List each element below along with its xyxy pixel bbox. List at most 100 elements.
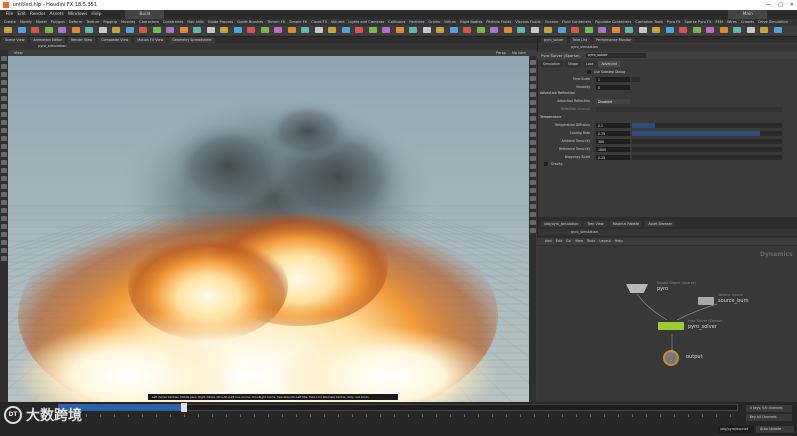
shelf-tool-icon[interactable]: [206, 27, 215, 33]
shelf-tab-4[interactable]: Deform: [69, 19, 82, 26]
shelf-tool-icon[interactable]: [314, 27, 323, 33]
time-scale-slider[interactable]: [632, 76, 640, 82]
viewer-tool-icon[interactable]: [1, 232, 7, 237]
viewer-tool-icon[interactable]: [1, 184, 7, 189]
shelf-tool-icon[interactable]: [449, 27, 458, 33]
shelf-tool-icon[interactable]: [611, 27, 620, 33]
display-option-icon[interactable]: [530, 228, 536, 233]
shelf-tab-26[interactable]: Fluid Containers: [562, 19, 591, 26]
shelf-tab-14[interactable]: Simple FX: [289, 19, 307, 26]
shelf-tab-1[interactable]: Modify: [20, 19, 32, 26]
time-scale-field[interactable]: 1: [596, 76, 630, 82]
shelf-tab-33[interactable]: Crowds: [741, 19, 754, 26]
shelf-tool-icon[interactable]: [301, 27, 309, 33]
shelf-tool-icon[interactable]: [706, 27, 714, 33]
viewer-tool-icon[interactable]: [1, 208, 7, 213]
tab-advanced[interactable]: Advanced: [598, 61, 621, 67]
maximize-icon[interactable]: □: [778, 0, 783, 10]
shelf-tab-28[interactable]: Container Tools: [635, 19, 663, 26]
display-option-icon[interactable]: [530, 92, 536, 97]
timeline-playhead[interactable]: [181, 403, 187, 412]
shelf-tool-icon[interactable]: [260, 27, 269, 33]
shelf-tool-icon[interactable]: [355, 27, 363, 33]
viewer-tool-icon[interactable]: [1, 248, 7, 253]
shelf-tool-icon[interactable]: [652, 27, 660, 33]
tab-pyro-solver[interactable]: pyro_solver: [541, 37, 567, 43]
buoyancy-slider[interactable]: [632, 154, 782, 160]
display-option-icon[interactable]: [530, 60, 536, 65]
shelf-tab-10[interactable]: Hair Utils: [187, 19, 203, 26]
shelf-tool-icon[interactable]: [233, 27, 242, 33]
shelf-tool-icon[interactable]: [31, 27, 39, 33]
shelf-tool-icon[interactable]: [220, 27, 228, 33]
shelf-tool-icon[interactable]: [152, 27, 161, 33]
shelf-tool-icon[interactable]: [422, 27, 431, 33]
viewer-tool-icon[interactable]: [1, 168, 7, 173]
display-option-icon[interactable]: [530, 172, 536, 177]
shelf-tool-icon[interactable]: [179, 27, 188, 33]
shelf-tool-icon[interactable]: [409, 27, 417, 33]
viewer-tool-icon[interactable]: [1, 128, 7, 133]
auto-update-button[interactable]: Auto Update: [756, 426, 794, 433]
shelf-tool-icon[interactable]: [530, 27, 539, 33]
display-option-icon[interactable]: [530, 212, 536, 217]
viewer-tool-icon[interactable]: [1, 144, 7, 149]
shelf-tab-30[interactable]: Sparse Pyro FX: [684, 19, 711, 26]
scene-viewport[interactable]: [8, 56, 536, 402]
shelf-tool-icon[interactable]: [247, 27, 255, 33]
shelf-tool-icon[interactable]: [625, 27, 633, 33]
network-menu-edit[interactable]: Edit: [556, 238, 563, 245]
viewer-tool-icon[interactable]: [1, 192, 7, 197]
shelf-tool-icon[interactable]: [503, 27, 512, 33]
display-option-icon[interactable]: [530, 220, 536, 225]
shelf-tool-icon[interactable]: [85, 27, 93, 33]
viewer-tool-icon[interactable]: [1, 160, 7, 165]
network-menu-view[interactable]: View: [575, 238, 583, 245]
viewer-tool-icon[interactable]: [1, 72, 7, 77]
shelf-tool-icon[interactable]: [692, 27, 701, 33]
viewer-path[interactable]: pyro_simulation: [38, 44, 67, 48]
advection-section[interactable]: Advection Reflection: [540, 91, 575, 95]
ambient-slider[interactable]: [632, 138, 782, 144]
shelf-tool-icon[interactable]: [193, 27, 201, 33]
keys-channels-button[interactable]: 0 keys, 0/0 channels: [746, 405, 792, 412]
display-option-icon[interactable]: [530, 180, 536, 185]
shelf-tool-icon[interactable]: [328, 27, 336, 33]
viewer-tool-icon[interactable]: [1, 112, 7, 117]
tab-material-palette[interactable]: Material Palette: [609, 221, 643, 227]
viewer-tool-icon[interactable]: [1, 216, 7, 221]
key-all-channels-button[interactable]: Key All Channels: [746, 414, 792, 421]
shelf-tab-3[interactable]: Polygon: [51, 19, 65, 26]
menu-edit[interactable]: Edit: [17, 10, 26, 19]
shelf-tool-icon[interactable]: [98, 27, 107, 33]
shelf-tool-icon[interactable]: [665, 27, 674, 33]
shelf-tool-icon[interactable]: [463, 27, 471, 33]
viewer-tool-icon[interactable]: [1, 152, 7, 157]
shelf-tool-icon[interactable]: [571, 27, 579, 33]
shelf-tool-icon[interactable]: [490, 27, 498, 33]
shelf-tab-25[interactable]: Oceans: [545, 19, 558, 26]
menu-assets[interactable]: Assets: [50, 10, 64, 19]
shelf-tab-0[interactable]: Create: [4, 19, 16, 26]
shelf-tool-icon[interactable]: [395, 27, 404, 33]
viewer-tool-icon[interactable]: [1, 200, 7, 205]
shelf-tool-icon[interactable]: [17, 27, 26, 33]
shelf-tab-2[interactable]: Model: [36, 19, 47, 26]
advection-dropdown[interactable]: Disabled: [596, 98, 630, 104]
shelf-tool-icon[interactable]: [44, 27, 53, 33]
network-menu-add[interactable]: Add: [545, 238, 552, 245]
tab-simulation[interactable]: Simulation: [540, 61, 563, 67]
menu-help[interactable]: Help: [91, 10, 101, 19]
shelf-tab-16[interactable]: Volume: [331, 19, 344, 26]
shelf-tool-icon[interactable]: [125, 27, 134, 33]
shelf-tab-32[interactable]: Wires: [727, 19, 737, 26]
viewer-tool-icon[interactable]: [1, 104, 7, 109]
tab-shape[interactable]: Shape: [564, 61, 581, 67]
viewer-tool-icon[interactable]: [1, 176, 7, 181]
viewer-tool-icon[interactable]: [1, 56, 7, 61]
substep-checkbox[interactable]: [587, 70, 591, 74]
minimize-icon[interactable]: —: [766, 0, 771, 10]
shelf-tab-20[interactable]: Grains: [428, 19, 440, 26]
shelf-tool-icon[interactable]: [598, 27, 606, 33]
shelf-tool-icon[interactable]: [139, 27, 147, 33]
